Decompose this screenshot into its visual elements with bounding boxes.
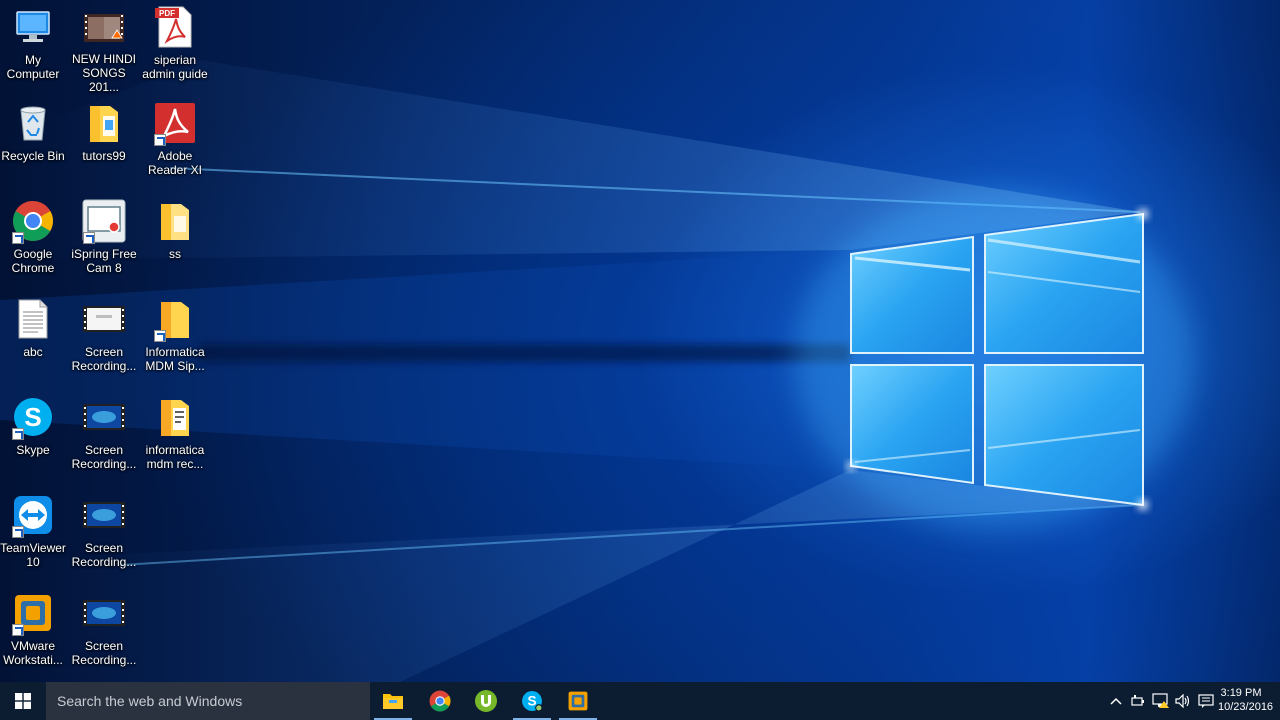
desktop-icon-label: Screen Recording... bbox=[71, 639, 137, 667]
desktop-icon-label: siperian admin guide bbox=[142, 53, 208, 81]
desktop-icon-skype[interactable]: S Skype bbox=[0, 394, 69, 484]
taskbar-skype[interactable]: S bbox=[509, 682, 555, 720]
shortcut-arrow-icon bbox=[12, 428, 24, 440]
desktop-icon-informatica-mdm-sip[interactable]: Informatica MDM Sip... bbox=[139, 296, 211, 386]
svg-text:S: S bbox=[527, 694, 536, 709]
desktop-icon-label: TeamViewer 10 bbox=[0, 541, 66, 569]
desktop-icon-label: Screen Recording... bbox=[71, 541, 137, 569]
desktop-icon-teamviewer[interactable]: TeamViewer 10 bbox=[0, 492, 69, 582]
shortcut-arrow-icon bbox=[154, 330, 166, 342]
desktop-icon-google-chrome[interactable]: Google Chrome bbox=[0, 198, 69, 288]
folder-icon bbox=[152, 296, 198, 342]
desktop-icon-label: Informatica MDM Sip... bbox=[145, 345, 205, 373]
video-thumbnail-icon bbox=[81, 296, 127, 342]
desktop-icon-screen-recording-1[interactable]: Screen Recording... bbox=[68, 296, 140, 386]
action-center-icon bbox=[1198, 694, 1214, 708]
volume-icon bbox=[1175, 694, 1190, 708]
skype-icon: S bbox=[10, 394, 56, 440]
desktop-icon-label: ss bbox=[169, 247, 181, 261]
desktop-icon-new-hindi-songs[interactable]: NEW HINDI SONGS 201... bbox=[68, 4, 140, 94]
pdf-badge: PDF bbox=[159, 9, 175, 18]
video-thumbnail-icon bbox=[81, 590, 127, 636]
tray-power[interactable] bbox=[1127, 690, 1149, 712]
pdf-document-icon: PDF bbox=[152, 4, 198, 50]
desktop-icon-label: VMware Workstati... bbox=[3, 639, 63, 667]
desktop-icon-label: tutors99 bbox=[82, 149, 126, 163]
svg-text:S: S bbox=[24, 402, 41, 432]
desktop-icon-siperian-admin-guide[interactable]: PDF siperian admin guide bbox=[139, 4, 211, 94]
tray-action-center[interactable] bbox=[1195, 690, 1217, 712]
skype-icon: S bbox=[522, 691, 543, 712]
shortcut-arrow-icon bbox=[12, 624, 24, 636]
clock-date: 10/23/2016 bbox=[1218, 701, 1274, 713]
ispring-cam-icon bbox=[81, 198, 127, 244]
chrome-icon bbox=[429, 690, 451, 712]
taskbar-vmware[interactable] bbox=[555, 682, 601, 720]
desktop-icon-abc[interactable]: abc bbox=[0, 296, 69, 386]
shortcut-arrow-icon bbox=[83, 232, 95, 244]
network-icon bbox=[1152, 693, 1169, 708]
folder-icon bbox=[152, 198, 198, 244]
folder-icon bbox=[81, 100, 127, 146]
taskbar-google-chrome[interactable] bbox=[417, 682, 463, 720]
utorrent-icon bbox=[475, 690, 497, 712]
desktop-icon-label: NEW HINDI SONGS 201... bbox=[72, 52, 136, 94]
computer-icon bbox=[10, 4, 56, 50]
shortcut-arrow-icon bbox=[154, 134, 166, 146]
desktop-icon-ispring-free-cam[interactable]: iSpring Free Cam 8 bbox=[68, 198, 140, 288]
desktop-icon-tutors99[interactable]: tutors99 bbox=[68, 100, 140, 190]
power-plug-icon bbox=[1131, 695, 1144, 706]
tray-network[interactable] bbox=[1150, 690, 1172, 712]
desktop-icon-label: iSpring Free Cam 8 bbox=[71, 247, 137, 275]
desktop-icon-label: Adobe Reader XI bbox=[147, 149, 203, 177]
desktop-icon-vmware[interactable]: VMware Workstati... bbox=[0, 590, 69, 680]
taskbar-clock[interactable]: 3:19 PM 10/23/2016 bbox=[1218, 686, 1274, 714]
recycle-bin-icon bbox=[10, 100, 56, 146]
adobe-reader-icon bbox=[152, 100, 198, 146]
search-input[interactable]: Search the web and Windows bbox=[46, 682, 370, 720]
desktop-icon-adobe-reader[interactable]: Adobe Reader XI bbox=[139, 100, 211, 190]
folder-icon bbox=[152, 394, 198, 440]
clock-time: 3:19 PM bbox=[1220, 687, 1262, 699]
text-document-icon bbox=[10, 296, 56, 342]
tray-volume[interactable] bbox=[1172, 690, 1194, 712]
chevron-up-icon bbox=[1110, 697, 1122, 705]
windows-logo-icon bbox=[15, 693, 31, 709]
desktop-icon-label: Google Chrome bbox=[11, 247, 55, 275]
search-placeholder: Search the web and Windows bbox=[57, 693, 243, 709]
desktop-icon-label: abc bbox=[23, 345, 43, 359]
show-hidden-icons-button[interactable] bbox=[1105, 690, 1127, 712]
desktop-icon-label: informatica mdm rec... bbox=[145, 443, 205, 471]
desktop-icon-screen-recording-2[interactable]: Screen Recording... bbox=[68, 394, 140, 484]
file-explorer-icon bbox=[383, 694, 403, 709]
shortcut-arrow-icon bbox=[12, 526, 24, 538]
shortcut-arrow-icon bbox=[12, 232, 24, 244]
video-thumbnail-icon bbox=[81, 492, 127, 538]
vmware-icon bbox=[568, 691, 588, 711]
desktop-icon-label: My Computer bbox=[6, 53, 60, 81]
video-thumbnail-icon bbox=[81, 394, 127, 440]
desktop-icon-ss[interactable]: ss bbox=[139, 198, 211, 288]
desktop-icon-label: Screen Recording... bbox=[71, 443, 137, 471]
chrome-icon bbox=[10, 198, 56, 244]
desktop-icon-label: Screen Recording... bbox=[71, 345, 137, 373]
desktop-icon-informatica-mdm-rec[interactable]: informatica mdm rec... bbox=[139, 394, 211, 484]
taskbar: Search the web and Windows bbox=[0, 682, 1280, 720]
video-folder-icon bbox=[81, 4, 127, 49]
desktop-icon-screen-recording-4[interactable]: Screen Recording... bbox=[68, 590, 140, 680]
desktop-icon-recycle-bin[interactable]: Recycle Bin bbox=[0, 100, 69, 190]
desktop-icon-screen-recording-3[interactable]: Screen Recording... bbox=[68, 492, 140, 582]
teamviewer-icon bbox=[10, 492, 56, 538]
desktop-icon-my-computer[interactable]: My Computer bbox=[0, 4, 69, 94]
desktop-icon-label: Recycle Bin bbox=[1, 149, 65, 163]
vmware-icon bbox=[10, 590, 56, 636]
taskbar-file-explorer[interactable] bbox=[370, 682, 416, 720]
taskbar-utorrent[interactable] bbox=[463, 682, 509, 720]
desktop-icon-label: Skype bbox=[16, 443, 50, 457]
start-button[interactable] bbox=[0, 682, 46, 720]
